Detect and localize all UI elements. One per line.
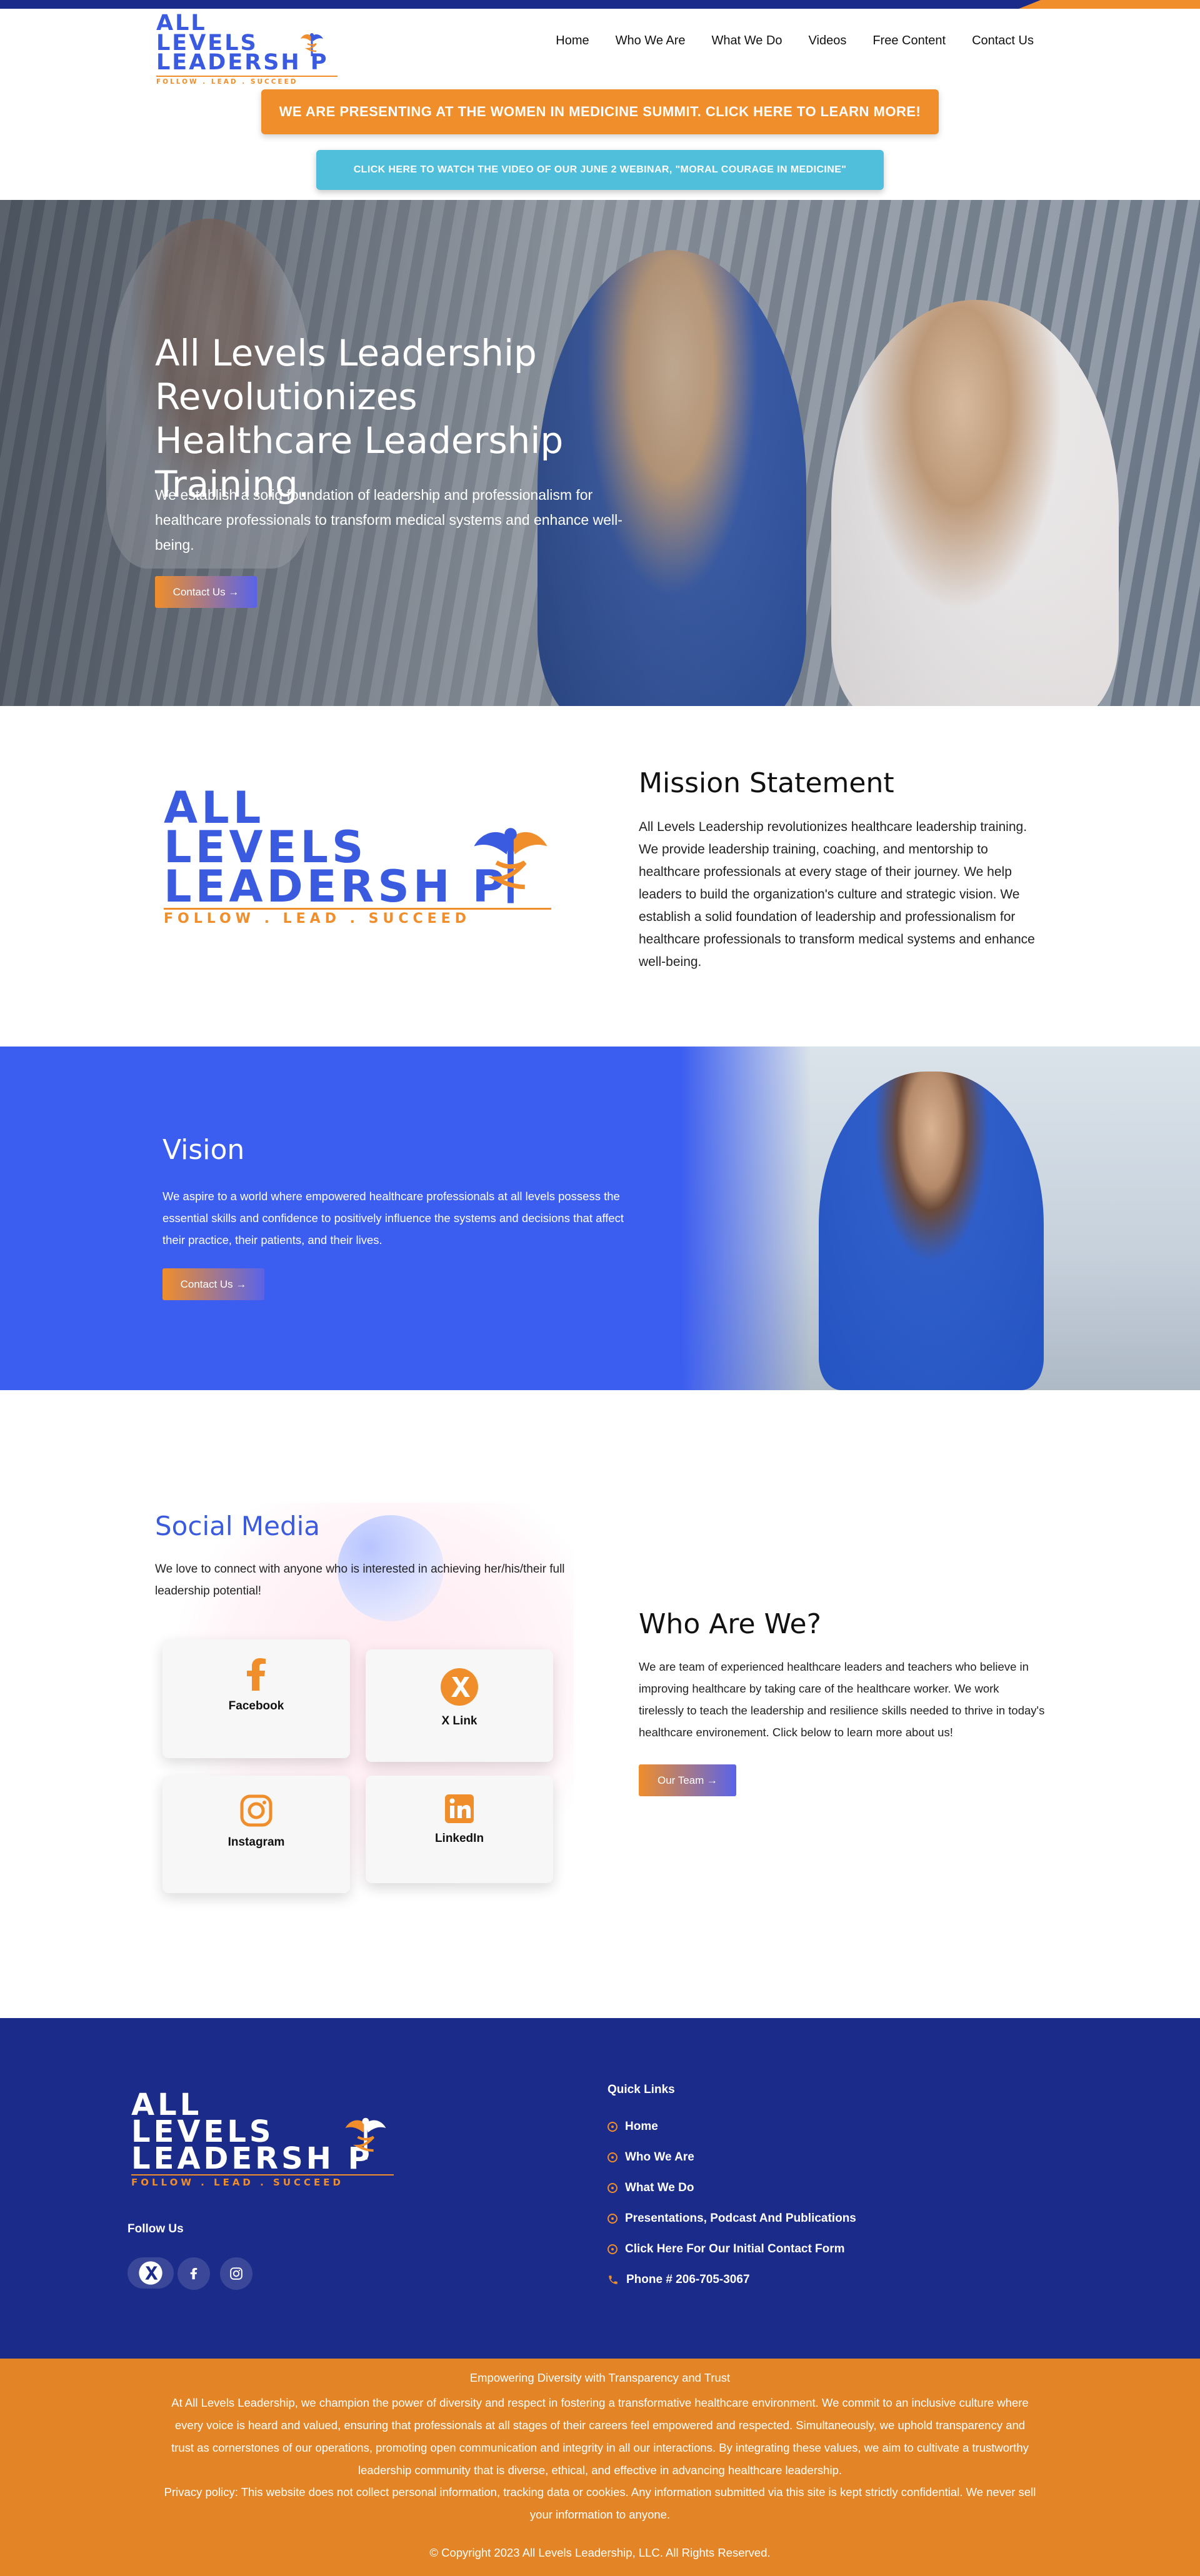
footer-link-label: Home [625,2120,658,2133]
vision-section: Vision We aspire to a world where empowe… [0,1047,1200,1390]
x-icon [139,2261,162,2285]
vision-contact-button[interactable]: Contact Us → [162,1268,264,1300]
footer [0,2018,1200,2359]
instagram-card[interactable]: Instagram [162,1776,350,1893]
nav-home[interactable]: Home [556,34,589,48]
facebook-icon [190,2267,198,2280]
facebook-icon [247,1658,266,1691]
who-title: Who Are We? [639,1608,821,1640]
footer-link-home[interactable]: Home [608,2120,658,2134]
hero-contact-button[interactable]: Contact Us → [155,576,257,608]
webinar-banner-button[interactable]: CLICK HERE TO WATCH THE VIDEO OF OUR JUN… [316,150,884,190]
social-title: Social Media [155,1511,321,1541]
hero-section: All Levels Leadership Revolutionizes Hea… [0,200,1200,706]
caduceus-emblem-icon [345,2117,386,2160]
circle-dot-icon [608,2244,618,2254]
footer-link-what-we-do[interactable]: What We Do [608,2181,694,2195]
logo-tagline: FOLLOW . LEAD . SUCCEED [156,75,338,86]
facebook-label: Facebook [228,1699,284,1713]
nav-contact-us[interactable]: Contact Us [972,34,1034,48]
instagram-label: Instagram [228,1836,285,1849]
privacy-policy-text: Privacy policy: This website does not co… [164,2485,1036,2521]
mission-title: Mission Statement [639,767,894,799]
linkedin-card[interactable]: LinkedIn [366,1776,553,1883]
phone-icon [609,2275,618,2284]
footer-link-label: Who We Are [625,2151,694,2164]
footer-x-button[interactable] [128,2257,174,2289]
nav-free-content[interactable]: Free Content [872,34,946,48]
facebook-card[interactable]: Facebook [162,1639,350,1758]
social-text: We love to connect with anyone who is in… [155,1563,565,1598]
footer-phone-link[interactable]: Phone # 206-705-3067 [608,2273,750,2287]
circle-dot-icon [608,2183,618,2193]
bottom-info-bar: Empowering Diversity with Transparency a… [0,2359,1200,2576]
linkedin-label: LinkedIn [434,1832,484,1845]
diversity-text: At All Levels Leadership, we champion th… [171,2396,1029,2477]
hero-title: All Levels Leadership Revolutionizes Hea… [155,332,564,505]
nav-what-we-do[interactable]: What We Do [712,34,782,48]
who-text: We are team of experienced healthcare le… [639,1660,1045,1739]
copyright-text: © Copyright 2023 All Levels Leadership, … [429,2546,771,2559]
vision-photo-nurse [681,1047,1200,1390]
footer-instagram-button[interactable] [220,2257,252,2290]
main-nav: Home Who We Are What We Do Videos Free C… [529,34,1034,48]
vision-title: Vision [162,1134,245,1166]
vision-text: We aspire to a world where empowered hea… [162,1190,624,1246]
phone-label: Phone # 206-705-3067 [626,2273,750,2286]
circle-dot-icon [608,2214,618,2224]
mission-logo: ALL LEVELS LEADERSH P FOLLOW . LEAD . SU… [164,786,564,927]
x-icon [441,1668,478,1706]
linkedin-icon [445,1794,474,1823]
summit-banner-button[interactable]: WE ARE PRESENTING AT THE WOMEN IN MEDICI… [261,89,939,134]
footer-link-contact-form[interactable]: Click Here For Our Initial Contact Form [608,2242,845,2256]
instagram-icon [240,1794,272,1827]
circle-dot-icon [608,2122,618,2132]
header-logo[interactable]: ALL LEVELS LEADERSH P FOLLOW . LEAD . SU… [156,12,344,86]
footer-facebook-button[interactable] [178,2257,210,2290]
footer-logo[interactable]: ALL LEVELS LEADERSH P FOLLOW . LEAD . SU… [131,2090,406,2188]
quick-links-title: Quick Links [608,2083,675,2096]
top-accent-orange [1019,0,1200,9]
top-accent-bar [0,0,1200,9]
footer-link-who-we-are[interactable]: Who We Are [608,2151,694,2164]
x-link-card[interactable]: X Link [366,1649,553,1762]
follow-us-label: Follow Us [128,2222,184,2235]
mission-text: All Levels Leadership revolutionizes hea… [639,820,1035,969]
nurse-figure [819,1072,1044,1390]
footer-link-label: What We Do [625,2181,694,2194]
our-team-button[interactable]: Our Team → [639,1764,736,1796]
footer-link-presentations[interactable]: Presentations, Podcast And Publications [608,2212,856,2225]
diversity-heading: Empowering Diversity with Transparency a… [469,2371,731,2384]
nav-videos[interactable]: Videos [809,34,847,48]
footer-link-label: Presentations, Podcast And Publications [625,2212,856,2225]
nav-who-we-are[interactable]: Who We Are [616,34,686,48]
x-link-label: X Link [441,1714,478,1728]
hero-text: We establish a solid foundation of leade… [155,487,622,553]
caduceus-emblem-icon [474,828,548,903]
footer-link-label: Click Here For Our Initial Contact Form [625,2242,845,2255]
instagram-icon [230,2267,242,2280]
circle-dot-icon [608,2152,618,2162]
caduceus-emblem-icon [301,33,323,56]
